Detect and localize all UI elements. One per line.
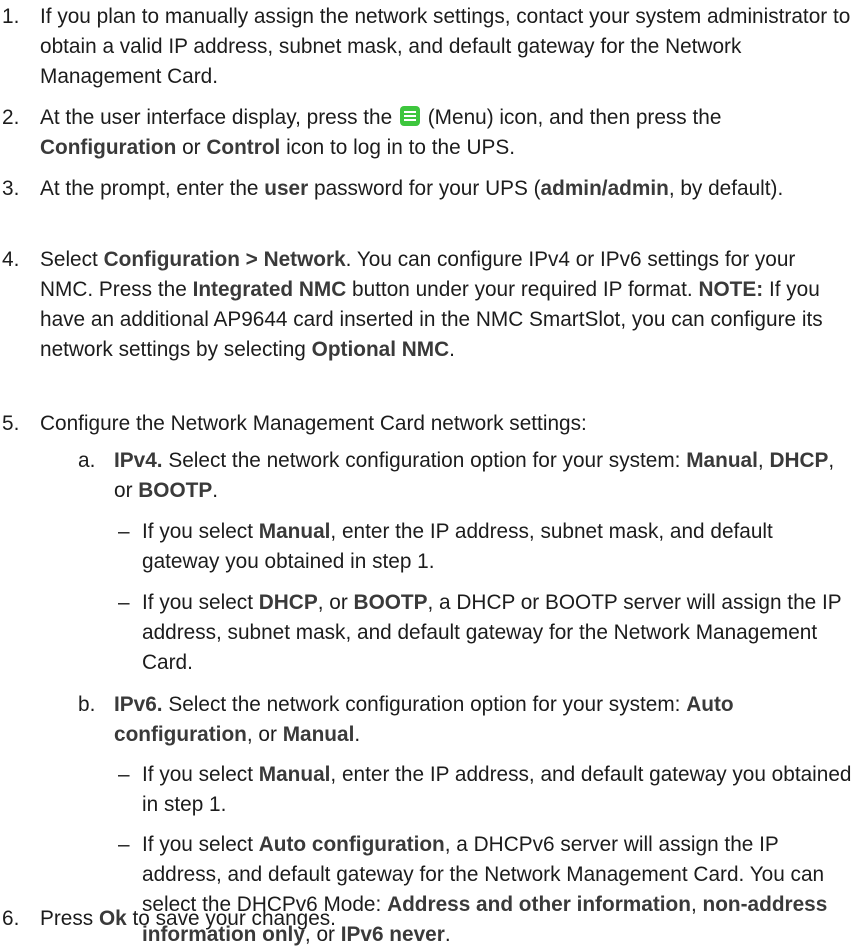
text-run: , [757, 449, 764, 472]
text-run: button under your required IP format. [352, 278, 693, 301]
step-number: 1. [2, 5, 20, 28]
bootp-term: BOOTP [138, 479, 213, 502]
text-run: Select the network configuration option … [168, 449, 681, 472]
text-run: If you select [142, 520, 253, 543]
text-run: If you select [142, 833, 253, 856]
menu-icon [399, 106, 420, 126]
ipv4-term: IPv4. [114, 449, 163, 472]
text-run: At the prompt, enter the [40, 177, 259, 200]
step-text: Select Configuration > Network. You can … [40, 245, 852, 365]
auto-configuration-term: Auto configuration [258, 833, 445, 856]
text-run: or [182, 136, 201, 159]
integrated-nmc-term: Integrated NMC [192, 278, 347, 301]
substep-text: IPv4. Select the network configuration o… [114, 446, 854, 506]
manual-term: Manual [258, 520, 331, 543]
text-run: (Menu) icon, and then press the [427, 106, 722, 129]
dash-bullet: – [118, 520, 130, 543]
optional-nmc-term: Optional NMC [311, 338, 450, 361]
text-run: If you select [142, 591, 253, 614]
step-text: At the prompt, enter the user password f… [40, 174, 852, 204]
step-number: 5. [2, 412, 20, 435]
text-run: , or [246, 723, 277, 746]
item-text: If you select Manual, enter the IP addre… [142, 760, 854, 820]
step-number: 6. [2, 907, 20, 930]
default-credentials: admin/admin [540, 177, 669, 200]
dash-bullet: – [118, 591, 130, 614]
substep-text: IPv6. Select the network configuration o… [114, 690, 854, 750]
dhcp-term: DHCP [769, 449, 829, 472]
item-text: If you select Manual, enter the IP addre… [142, 517, 854, 577]
manual-term: Manual [686, 449, 758, 472]
text-run: , by default). [668, 177, 784, 200]
text-run: password for your UPS ( [314, 177, 541, 200]
control-term: Control [206, 136, 281, 159]
configuration-term: Configuration [40, 136, 177, 159]
manual-term: Manual [258, 763, 331, 786]
menu-path: Configuration > Network [103, 248, 346, 271]
step-number: 2. [2, 106, 20, 129]
substep-letter: b. [78, 693, 96, 716]
ipv6-term: IPv6. [114, 693, 163, 716]
text-run: to save your changes. [132, 907, 336, 930]
text-run: , or [317, 591, 348, 614]
text-run: Select the network configuration option … [168, 693, 681, 716]
step-text: Configure the Network Management Card ne… [40, 412, 587, 435]
bootp-term: BOOTP [353, 591, 428, 614]
step-text: If you plan to manually assign the netwo… [40, 5, 851, 88]
dash-bullet: – [118, 763, 130, 786]
text-run: . [449, 338, 455, 361]
substep-letter: a. [78, 449, 96, 472]
step-text: At the user interface display, press the… [40, 103, 852, 163]
item-text: If you select DHCP, or BOOTP, a DHCP or … [142, 588, 854, 678]
dhcp-term: DHCP [258, 591, 318, 614]
manual-term: Manual [282, 723, 355, 746]
text-run: At the user interface display, press the [40, 106, 393, 129]
text-run: If you select [142, 763, 253, 786]
step-number: 4. [2, 248, 20, 271]
ok-term: Ok [98, 907, 127, 930]
text-run: . [354, 723, 361, 746]
dash-bullet: – [118, 833, 130, 856]
user-term: user [264, 177, 309, 200]
text-run: icon to log in to the UPS. [286, 136, 515, 159]
step-number: 3. [2, 177, 20, 200]
note-label: NOTE: [698, 278, 764, 301]
step-text: Press Ok to save your changes. [40, 904, 852, 934]
text-run: Select [40, 248, 98, 271]
text-run: . [212, 479, 219, 502]
text-run: Press [40, 907, 94, 930]
